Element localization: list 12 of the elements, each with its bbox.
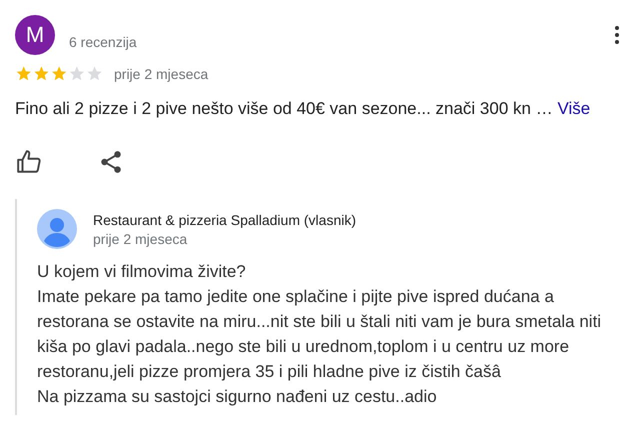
- more-link[interactable]: Više: [557, 99, 590, 118]
- review-count: 6 recenzija: [69, 34, 138, 50]
- reply-date: prije 2 mjeseca: [93, 230, 188, 246]
- owner-name: Restaurant & pizzeria Spalladium (vlasnik): [93, 212, 356, 228]
- user-avatar: M: [15, 15, 55, 55]
- thumbs-up-icon[interactable]: [16, 149, 42, 175]
- reply-text: Imate pekare pa tamo jedite one splačine i pijte pive ispred dućana a restorana se ostavite na miru...nit ste bili u štali niti vam je bura smetala niti kiša po glavi padala..nego ste bili u urednom,toplom i u centru uz more restoranu,jeli pizze promjera 35 i pili hladne pive iz čistih čašâ: [37, 286, 602, 383]
- review-date: prije 2 mjeseca: [114, 66, 208, 82]
- reply-text: U kojem vi filmovima živite?: [37, 261, 247, 283]
- review-text: Fino ali 2 pizze i 2 pive nešto više od 40€ van sezone... znači 300 kn …: [15, 99, 553, 118]
- reply-text: Na pizzama su sastojci sigurno nađeni uz cestu..adio: [37, 386, 438, 408]
- owner-avatar: [37, 209, 77, 249]
